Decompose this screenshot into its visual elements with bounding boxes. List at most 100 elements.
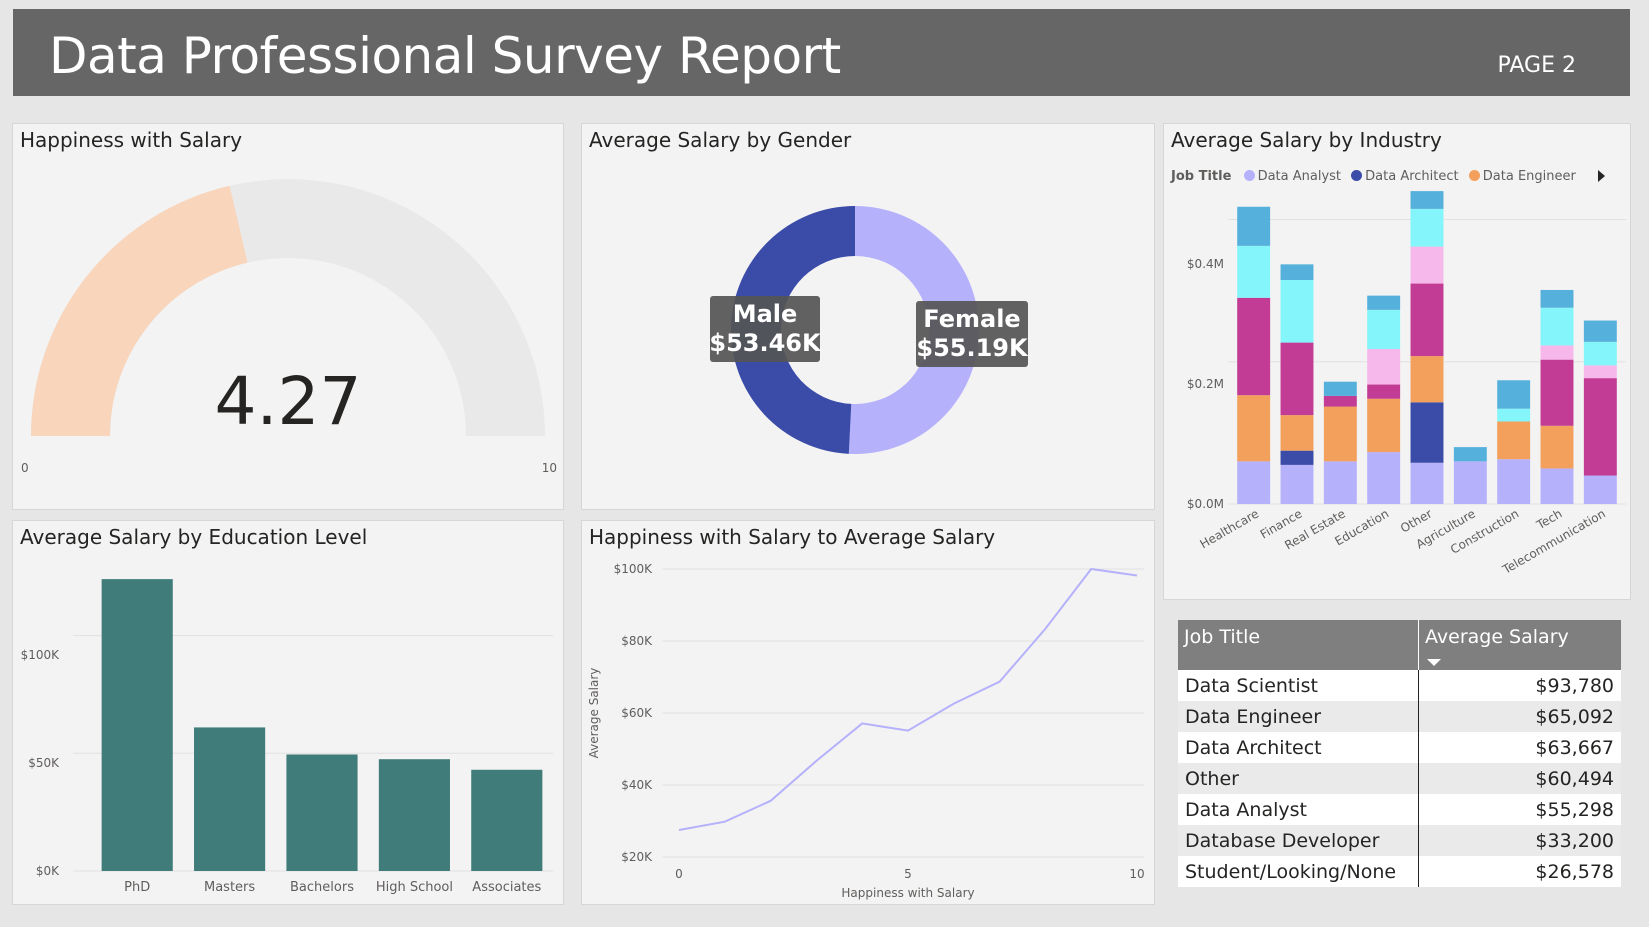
stack-segment[interactable]	[1497, 421, 1531, 460]
stack-segment[interactable]	[1280, 342, 1314, 416]
x-tick-label: Masters	[204, 880, 255, 895]
stack-segment[interactable]	[1410, 402, 1444, 463]
bar-associates[interactable]	[471, 769, 543, 871]
education-panel[interactable]: Average Salary by Education Level $100K …	[12, 520, 564, 905]
stack-segment[interactable]	[1497, 459, 1531, 504]
table-row[interactable]: Other $60,494	[1178, 763, 1621, 794]
column-header-label: Average Salary	[1425, 626, 1569, 648]
table-row[interactable]: Database Developer $33,200	[1178, 825, 1621, 856]
stack-segment[interactable]	[1280, 415, 1314, 451]
stack-segment[interactable]	[1323, 406, 1357, 462]
stack-segment[interactable]	[1540, 468, 1574, 504]
x-tick-label: PhD	[124, 880, 150, 895]
stack-segment[interactable]	[1237, 245, 1271, 298]
happiness-line-panel[interactable]: Happiness with Salary to Average Salary …	[581, 520, 1155, 905]
table-row[interactable]: Student/Looking/None $26,578	[1178, 856, 1621, 887]
stack-segment[interactable]	[1280, 464, 1314, 504]
job-title-cell: Student/Looking/None	[1178, 856, 1419, 887]
table-header-row: Job Title Average Salary	[1178, 620, 1621, 670]
y-tick-label: $80K	[621, 634, 653, 648]
stack-segment[interactable]	[1323, 395, 1357, 407]
y-axis-label: Average Salary	[587, 668, 601, 759]
stack-segment[interactable]	[1540, 289, 1574, 308]
stack-segment[interactable]	[1410, 356, 1444, 403]
male-label-value: $53.46K	[709, 329, 822, 357]
stack-segment[interactable]	[1583, 320, 1617, 342]
female-label-name: Female	[923, 305, 1020, 333]
stack-segment[interactable]	[1237, 297, 1271, 396]
sort-descending-icon	[1427, 659, 1441, 666]
x-tick-label: Healthcare	[1198, 506, 1262, 551]
x-tick-label: 0	[675, 867, 683, 881]
job-title-cell: Data Architect	[1178, 732, 1419, 763]
stack-segment[interactable]	[1583, 365, 1617, 379]
y-tick-label: $50K	[28, 756, 60, 770]
stack-segment[interactable]	[1280, 264, 1314, 280]
stack-segment[interactable]	[1323, 461, 1357, 504]
x-tick-label: Bachelors	[290, 880, 354, 895]
gauge-value: 4.27	[215, 363, 362, 440]
gauge-panel[interactable]: Happiness with Salary 4.27 0 10	[12, 123, 564, 510]
stack-segment[interactable]	[1497, 380, 1531, 409]
industry-panel[interactable]: Average Salary by Industry Job Title Dat…	[1163, 123, 1631, 600]
stack-segment[interactable]	[1410, 246, 1444, 284]
job-title-salary-table: Job Title Average Salary Data Scientist …	[1178, 620, 1621, 887]
stack-segment[interactable]	[1367, 309, 1401, 349]
stack-segment[interactable]	[1280, 450, 1314, 465]
x-tick-label: High School	[376, 880, 453, 895]
stack-segment[interactable]	[1410, 208, 1444, 247]
table-row[interactable]: Data Scientist $93,780	[1178, 670, 1621, 701]
y-tick-label: $20K	[621, 850, 653, 864]
stack-segment[interactable]	[1280, 280, 1314, 343]
stack-segment[interactable]	[1540, 345, 1574, 360]
bar-masters[interactable]	[194, 727, 266, 871]
stack-segment[interactable]	[1367, 452, 1401, 504]
job-title-cell: Data Scientist	[1178, 670, 1419, 701]
stack-segment[interactable]	[1540, 425, 1574, 469]
salary-cell: $26,578	[1418, 856, 1621, 887]
report-header: Data Professional Survey Report PAGE 2	[13, 9, 1630, 96]
bar-phd[interactable]	[101, 579, 173, 871]
stack-segment[interactable]	[1583, 475, 1617, 504]
education-chart: $100K $50K $0K PhD Masters Bachelors High S…	[21, 579, 553, 895]
stack-segment[interactable]	[1367, 295, 1401, 310]
table-row[interactable]: Data Architect $63,667	[1178, 732, 1621, 763]
salary-cell: $65,092	[1418, 701, 1621, 732]
page-indicator: PAGE 2	[1497, 53, 1576, 78]
stack-segment[interactable]	[1367, 384, 1401, 399]
stack-segment[interactable]	[1237, 206, 1271, 246]
bar-high-school[interactable]	[378, 759, 450, 871]
bar-bachelors[interactable]	[286, 754, 358, 871]
donut-label-male: Male $53.46K	[709, 296, 822, 362]
y-tick-label: $60K	[621, 706, 653, 720]
gender-donut-panel[interactable]: Average Salary by Gender Male $53.46K Fe…	[581, 123, 1155, 510]
table-row[interactable]: Data Analyst $55,298	[1178, 794, 1621, 825]
salary-cell: $60,494	[1418, 763, 1621, 794]
x-tick-label: 10	[1129, 867, 1144, 881]
stack-segment[interactable]	[1323, 381, 1357, 396]
stack-segment[interactable]	[1410, 462, 1444, 504]
salary-cell: $93,780	[1418, 670, 1621, 701]
stack-segment[interactable]	[1583, 341, 1617, 366]
stack-segment[interactable]	[1453, 447, 1487, 462]
stack-segment[interactable]	[1367, 348, 1401, 385]
column-header-job-title[interactable]: Job Title	[1178, 620, 1419, 670]
stack-segment[interactable]	[1453, 461, 1487, 504]
stack-segment[interactable]	[1237, 395, 1271, 462]
stack-segment[interactable]	[1410, 191, 1444, 209]
table-row[interactable]: Data Engineer $65,092	[1178, 701, 1621, 732]
x-axis-label: Happiness with Salary	[841, 886, 974, 900]
column-header-average-salary[interactable]: Average Salary	[1418, 620, 1621, 670]
stack-segment[interactable]	[1497, 408, 1531, 422]
y-tick-label: $0K	[36, 864, 60, 878]
stack-segment[interactable]	[1410, 283, 1444, 357]
x-tick-label: Tech	[1533, 506, 1564, 532]
male-label-name: Male	[733, 300, 798, 328]
stack-segment[interactable]	[1540, 359, 1574, 426]
job-title-cell: Data Engineer	[1178, 701, 1419, 732]
salary-cell: $63,667	[1418, 732, 1621, 763]
stack-segment[interactable]	[1540, 307, 1574, 346]
stack-segment[interactable]	[1367, 398, 1401, 453]
stack-segment[interactable]	[1237, 461, 1271, 504]
stack-segment[interactable]	[1583, 378, 1617, 476]
